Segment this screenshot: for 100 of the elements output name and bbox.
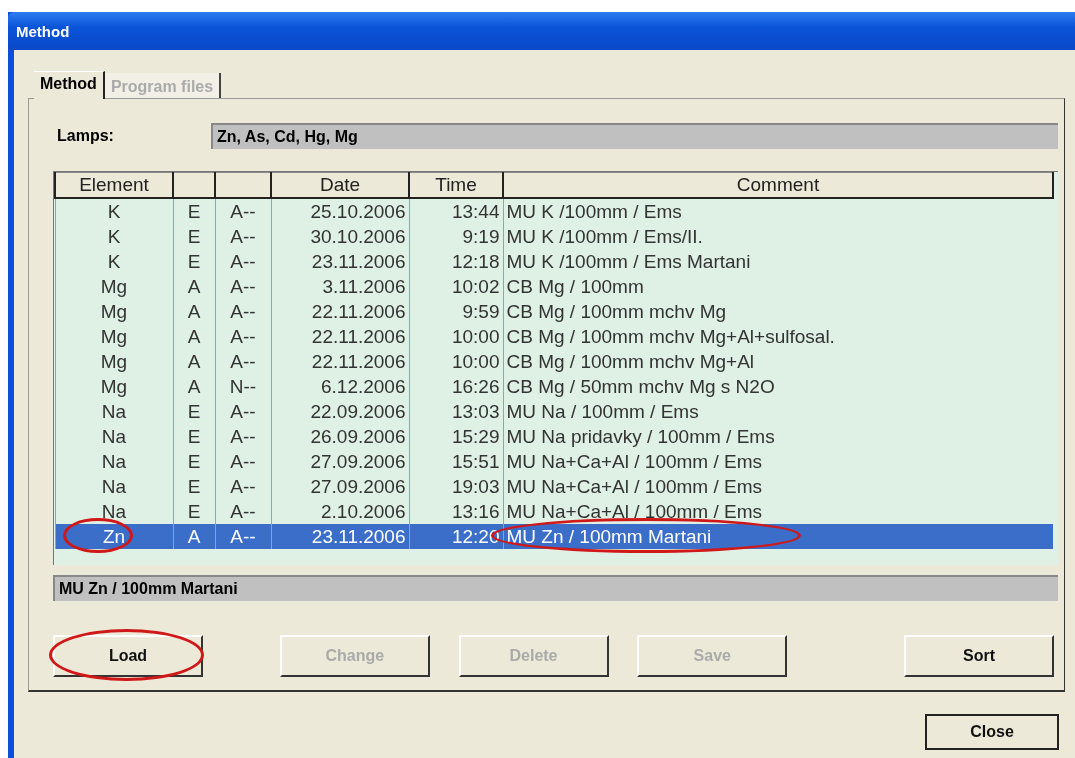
time-cell: 15:29: [451, 426, 500, 447]
type-cell: E: [187, 476, 201, 497]
flag-cell: A--: [230, 251, 256, 272]
lamps-field: Zn, As, Cd, Hg, Mg: [211, 123, 1058, 149]
comment-cell: CB Mg / 100mm mchv Mg: [506, 301, 727, 322]
type-cell: A: [187, 301, 201, 322]
column-header[interactable]: Element: [55, 172, 173, 198]
flag-cell: A--: [230, 326, 256, 347]
type-cell: A: [187, 351, 201, 372]
time-cell: 13:44: [451, 201, 500, 222]
date-cell: 25.10.2006: [310, 201, 406, 222]
flag-cell: A--: [230, 426, 256, 447]
time-cell: 10:00: [451, 351, 500, 372]
action-button[interactable]: Load: [53, 635, 203, 677]
element-cell: Na: [101, 451, 127, 472]
element-cell: Na: [101, 501, 127, 522]
time-cell: 10:02: [451, 276, 500, 297]
time-cell: 10:00: [451, 326, 500, 347]
element-cell: Mg: [100, 351, 128, 372]
date-cell: 22.11.2006: [311, 326, 406, 347]
lamps-label: Lamps:: [56, 127, 115, 145]
date-cell: 22.11.2006: [311, 351, 406, 372]
comment-cell: MU Na pridavky / 100mm / Ems: [506, 426, 775, 447]
date-cell: 23.11.2006: [311, 251, 406, 272]
comment-cell: MU Zn / 100mm Martani: [506, 526, 712, 547]
time-cell: 19:03: [451, 476, 500, 497]
comment-cell: MU Na / 100mm / Ems: [506, 401, 699, 422]
table-row[interactable]: Mg A A-- 22.11.2006 10:00 CB Mg / 100mm mchv Mg+Al: [55, 349, 1053, 374]
column-header[interactable]: [173, 172, 215, 198]
table-row[interactable]: K E A-- 23.11.2006 12:18 MU K /100mm / Ems Martani: [55, 249, 1053, 274]
element-cell: Mg: [100, 301, 128, 322]
element-cell: Mg: [100, 326, 128, 347]
type-cell: E: [187, 401, 201, 422]
type-cell: E: [187, 501, 201, 522]
time-cell: 13:16: [451, 501, 500, 522]
table-row[interactable]: Na E A-- 22.09.2006 13:03 MU Na / 100mm / Ems: [55, 399, 1053, 424]
element-cell: Mg: [100, 276, 128, 297]
comment-cell: MU Na+Ca+Al / 100mm / Ems: [506, 476, 763, 497]
comment-field: MU Zn / 100mm Martani: [53, 575, 1058, 601]
table-row[interactable]: Na E A-- 26.09.2006 15:29 MU Na pridavky / 100mm / Ems: [55, 424, 1053, 449]
flag-cell: A--: [230, 276, 256, 297]
time-cell: 15:51: [451, 451, 500, 472]
flag-cell: A--: [230, 476, 256, 497]
date-cell: 23.11.2006: [311, 526, 406, 547]
element-cell: Mg: [100, 376, 128, 397]
time-cell: 12:18: [451, 251, 500, 272]
table-row[interactable]: Na E A-- 27.09.2006 19:03 MU Na+Ca+Al / 100mm / Ems: [55, 474, 1053, 499]
flag-cell: A--: [230, 201, 256, 222]
close-button[interactable]: Close: [925, 714, 1059, 750]
type-cell: E: [187, 201, 201, 222]
comment-cell: CB Mg / 50mm mchv Mg s N2O: [506, 376, 775, 397]
time-cell: 13:03: [451, 401, 500, 422]
type-cell: A: [187, 326, 201, 347]
date-cell: 22.09.2006: [310, 401, 406, 422]
action-button[interactable]: Sort: [904, 635, 1054, 677]
tab[interactable]: Method: [34, 71, 105, 99]
date-cell: 27.09.2006: [310, 451, 406, 472]
type-cell: E: [187, 226, 201, 247]
type-cell: A: [187, 376, 201, 397]
comment-cell: CB Mg / 100mm: [506, 276, 644, 297]
flag-cell: A--: [230, 501, 256, 522]
column-header[interactable]: Comment: [503, 172, 1053, 198]
flag-cell: A--: [230, 451, 256, 472]
comment-cell: MU Na+Ca+Al / 100mm / Ems: [506, 451, 763, 472]
comment-cell: CB Mg / 100mm mchv Mg+Al+sulfosal.: [506, 326, 835, 347]
element-cell: K: [107, 201, 121, 222]
time-cell: 9:19: [462, 226, 500, 247]
comment-cell: MU K /100mm / Ems Martani: [506, 251, 751, 272]
date-cell: 27.09.2006: [310, 476, 406, 497]
flag-cell: A--: [230, 526, 256, 547]
table-row[interactable]: Mg A A-- 3.11.2006 10:02 CB Mg / 100mm: [55, 274, 1053, 299]
comment-cell: CB Mg / 100mm mchv Mg+Al: [506, 351, 755, 372]
column-header[interactable]: Date: [271, 172, 409, 198]
element-cell: Na: [101, 401, 127, 422]
table-row[interactable]: Na E A-- 27.09.2006 15:51 MU Na+Ca+Al / 100mm / Ems: [55, 449, 1053, 474]
column-header[interactable]: Time: [409, 172, 503, 198]
type-cell: E: [187, 251, 201, 272]
flag-cell: A--: [230, 401, 256, 422]
date-cell: 22.11.2006: [311, 301, 406, 322]
table-row[interactable]: K E A-- 30.10.2006 9:19 MU K /100mm / Ems/II.: [55, 224, 1053, 249]
element-cell: K: [107, 226, 121, 247]
window-title: Method: [16, 22, 70, 40]
table-row[interactable]: Mg A A-- 22.11.2006 10:00 CB Mg / 100mm mchv Mg+Al+sulfosal.: [55, 324, 1053, 349]
element-cell: K: [107, 251, 121, 272]
date-cell: 30.10.2006: [310, 226, 406, 247]
element-cell: Zn: [102, 526, 126, 547]
table-row[interactable]: K E A-- 25.10.2006 13:44 MU K /100mm / Ems: [55, 198, 1053, 224]
element-cell: Na: [101, 426, 127, 447]
flag-cell: A--: [230, 226, 256, 247]
date-cell: 2.10.2006: [320, 501, 406, 522]
table-row[interactable]: Mg A N-- 6.12.2006 16:26 CB Mg / 50mm mchv Mg s N2O: [55, 374, 1053, 399]
column-header[interactable]: [215, 172, 271, 198]
type-cell: A: [187, 526, 201, 547]
flag-cell: N--: [229, 376, 257, 397]
table-row[interactable]: Mg A A-- 22.11.2006 9:59 CB Mg / 100mm mchv Mg: [55, 299, 1053, 324]
date-cell: 3.11.2006: [322, 276, 406, 297]
type-cell: E: [187, 426, 201, 447]
type-cell: E: [187, 451, 201, 472]
element-cell: Na: [101, 476, 127, 497]
flag-cell: A--: [230, 351, 256, 372]
